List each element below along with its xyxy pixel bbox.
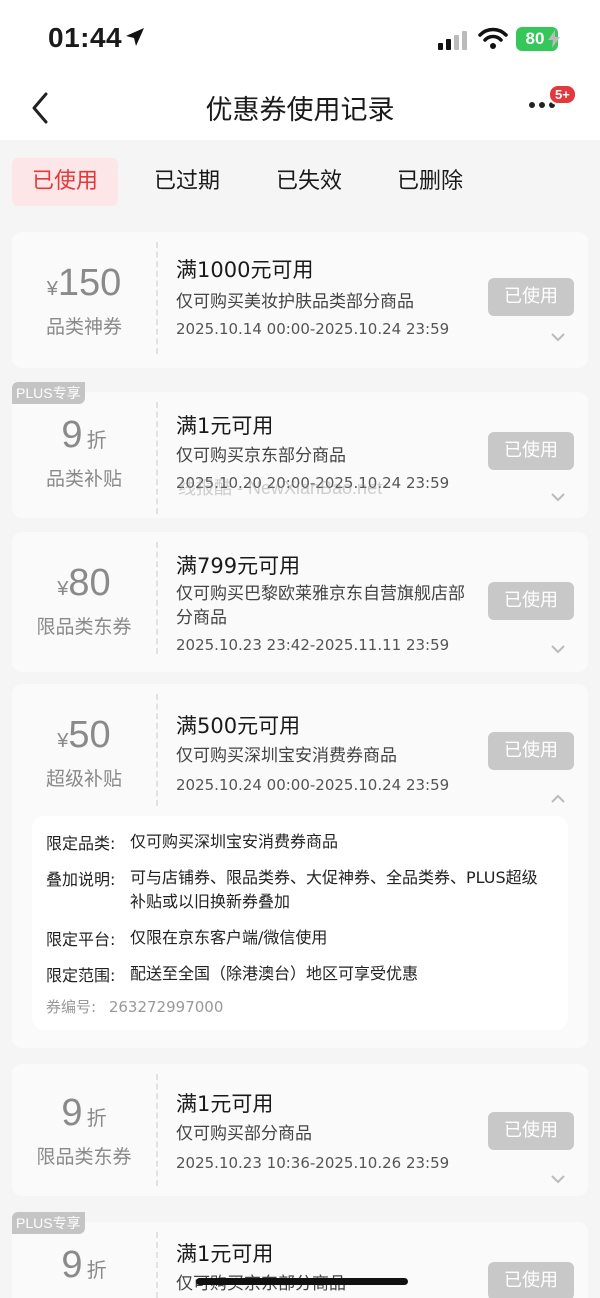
used-status-button[interactable]: 已使用: [488, 1262, 574, 1298]
coupon-scope: 仅可购买部分商品: [176, 1124, 312, 1144]
divider: [156, 1074, 158, 1186]
coupon-code: 券编号: 263272997000: [46, 996, 223, 1017]
coupon-type: 限品类东券: [36, 616, 132, 638]
coupon-condition: 满1000元可用: [176, 258, 314, 282]
tab-deleted[interactable]: 已删除: [377, 158, 483, 206]
used-status-button[interactable]: 已使用: [488, 732, 574, 770]
home-indicator: [196, 1278, 408, 1285]
coupon-amount: 9折: [61, 414, 107, 456]
divider: [156, 542, 158, 654]
detail-value: 配送至全国（除港澳台）地区可享受优惠: [130, 964, 419, 983]
coupon-card[interactable]: ¥150 品类神券 满1000元可用 仅可购买美妆护肤品类部分商品 2025.1…: [12, 232, 588, 368]
coupon-condition: 满1元可用: [176, 1242, 274, 1266]
coupon-period: 2025.10.14 00:00-2025.10.24 23:59: [176, 320, 450, 338]
coupon-condition: 满799元可用: [176, 554, 301, 578]
coupon-card[interactable]: 9折 限品类东券 满1元可用 仅可购买部分商品 2025.10.23 10:36…: [12, 1064, 588, 1196]
coupon-amount: 9折: [61, 1092, 107, 1134]
coupon-amount: ¥80: [57, 562, 111, 604]
location-arrow-icon: [126, 28, 144, 46]
divider: [156, 694, 158, 806]
coupon-period: 2025.10.23 10:36-2025.10.26 23:59: [176, 1154, 450, 1172]
tab-expired[interactable]: 已过期: [134, 158, 240, 206]
coupon-detail-panel: 限定品类: 仅可购买深圳宝安消费券商品 叠加说明: 可与店铺券、限品类券、大促神…: [32, 816, 568, 1030]
tab-used[interactable]: 已使用: [12, 158, 119, 206]
detail-key: 叠加说明:: [46, 870, 116, 889]
detail-key: 限定范围:: [46, 966, 116, 985]
message-badge: 5+: [548, 84, 577, 105]
detail-value: 仅可购买深圳宝安消费券商品: [130, 832, 339, 851]
coupon-condition: 满1元可用: [176, 414, 274, 438]
tab-invalid[interactable]: 已失效: [256, 158, 362, 206]
coupon-condition: 满500元可用: [176, 714, 301, 738]
coupon-amount: 9折: [61, 1244, 107, 1286]
coupon-type: 限品类东券: [36, 1146, 132, 1168]
status-time: 01:44: [48, 22, 123, 53]
chevron-up-icon[interactable]: [550, 794, 566, 804]
detail-key: 限定平台:: [46, 930, 116, 949]
coupon-type: 品类神券: [45, 316, 122, 338]
divider: [156, 1232, 158, 1298]
coupon-card[interactable]: PLUS专享 9折 满1元可用 仅可购买京东部分商品 已使用: [12, 1212, 588, 1298]
divider: [156, 242, 158, 354]
divider: [156, 402, 158, 514]
used-status-button[interactable]: 已使用: [488, 582, 574, 620]
charging-bolt-icon: [548, 30, 560, 48]
coupon-type: 超级补贴: [45, 768, 122, 790]
coupon-amount: ¥150: [46, 262, 122, 304]
used-status-button[interactable]: 已使用: [488, 432, 574, 470]
signal-icon: [438, 31, 467, 50]
used-status-button[interactable]: 已使用: [488, 278, 574, 316]
chevron-down-icon[interactable]: [550, 644, 566, 654]
coupon-card[interactable]: ¥80 限品类东券 满799元可用 仅可购买巴黎欧莱雅京东自营旗舰店部分商品 2…: [12, 532, 588, 672]
status-bar: 01:44 80: [0, 0, 600, 78]
battery-level: 80: [525, 29, 545, 48]
chevron-down-icon[interactable]: [550, 332, 566, 342]
page-title: 优惠券使用记录: [205, 95, 395, 126]
chevron-down-icon[interactable]: [550, 1174, 566, 1184]
coupon-code-label: 券编号:: [46, 998, 97, 1016]
status-tabs: 已使用 已过期 已失效 已删除: [0, 140, 600, 226]
wifi-icon: [478, 27, 508, 49]
coupon-scope: 仅可购买巴黎欧莱雅京东自营旗舰店部分商品: [176, 584, 465, 628]
coupon-scope: 仅可购买京东部分商品: [176, 446, 346, 466]
used-status-button[interactable]: 已使用: [488, 1112, 574, 1150]
coupon-code-value: 263272997000: [108, 998, 224, 1016]
coupon-scope: 仅可购买深圳宝安消费券商品: [176, 746, 397, 766]
detail-key: 限定品类:: [46, 834, 116, 853]
coupon-condition: 满1元可用: [176, 1092, 274, 1116]
detail-value: 仅限在京东客户端/微信使用: [130, 928, 328, 947]
coupon-type: 品类补贴: [45, 468, 122, 490]
coupon-scope: 仅可购买美妆护肤品类部分商品: [176, 292, 414, 312]
chevron-down-icon[interactable]: [550, 492, 566, 502]
nav-bar: 优惠券使用记录 5+: [0, 78, 600, 140]
watermark: 线报酷 - NewXianBao.net: [178, 478, 383, 498]
coupon-amount: ¥50: [57, 714, 111, 756]
coupon-period: 2025.10.23 23:42-2025.11.11 23:59: [176, 636, 450, 654]
coupon-period: 2025.10.24 00:00-2025.10.24 23:59: [176, 776, 450, 794]
detail-value: 可与店铺券、限品类券、大促神券、全品类券、PLUS超级补贴或以旧换新券叠加: [130, 868, 538, 911]
